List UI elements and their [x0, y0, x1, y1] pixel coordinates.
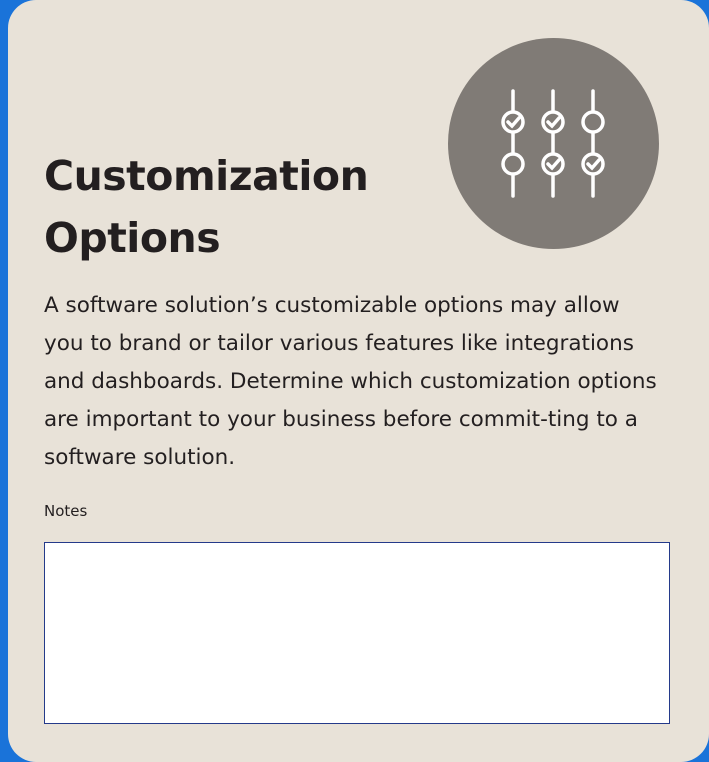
notes-label: Notes [44, 502, 88, 520]
card-description: A software solution’s customizable optio… [44, 293, 657, 470]
customization-card: Customization Options A software solutio… [8, 0, 709, 762]
sliders-check-icon [448, 38, 659, 249]
sliders-icon-graphic [501, 89, 605, 198]
card-title: Customization Options [44, 152, 369, 262]
notes-input[interactable] [44, 542, 670, 724]
